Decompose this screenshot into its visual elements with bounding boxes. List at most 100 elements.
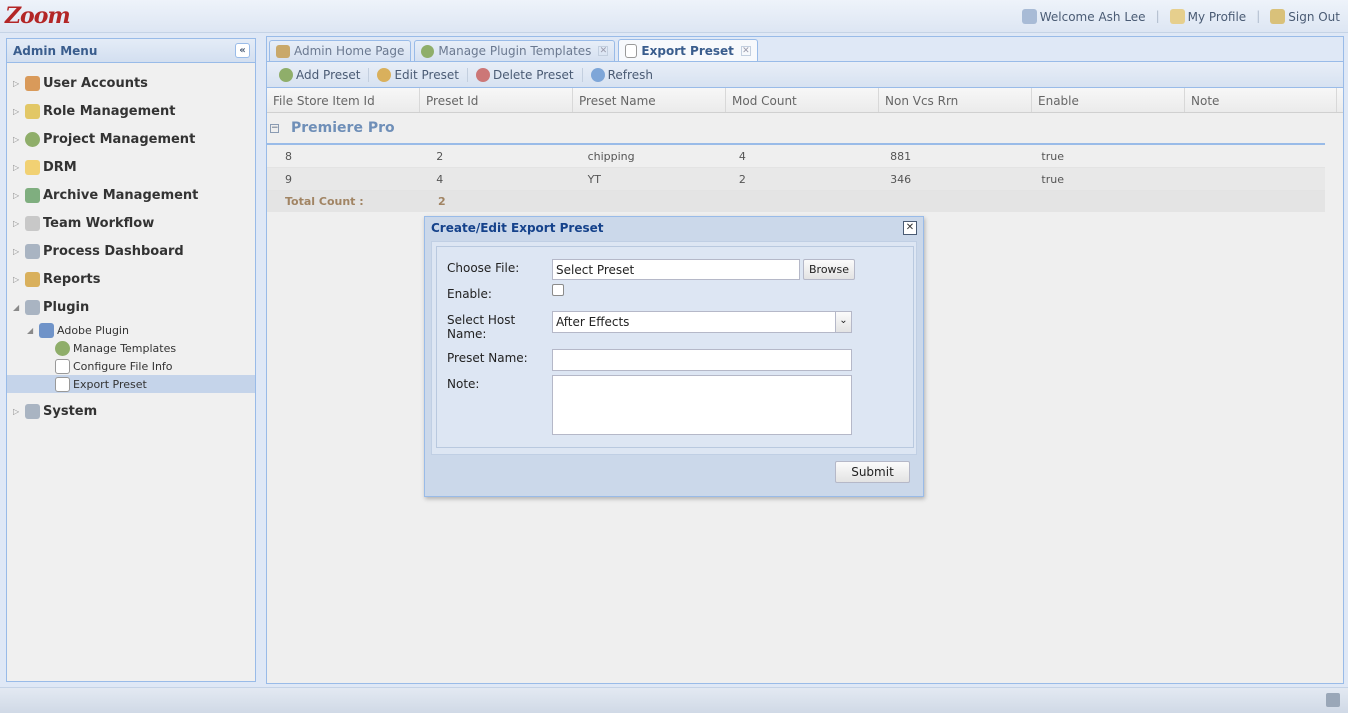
tab-label: Export Preset: [641, 43, 734, 58]
box-icon: [25, 215, 40, 231]
document-icon: [625, 43, 638, 58]
column-header[interactable]: Mod Count: [726, 88, 879, 112]
collapse-arrow-icon[interactable]: ◢: [27, 326, 37, 335]
sign-out-link[interactable]: Sign Out: [1270, 9, 1340, 24]
total-count-label: Total Count :: [285, 195, 364, 208]
sidebar-item-label: Process Dashboard: [43, 243, 184, 259]
pie-chart-icon: [25, 131, 40, 147]
dialog-title-bar[interactable]: Create/Edit Export Preset ✕: [425, 217, 923, 239]
column-header[interactable]: Preset Id: [420, 88, 573, 112]
expand-arrow-icon[interactable]: ▷: [13, 191, 23, 200]
note-textarea[interactable]: [552, 375, 852, 435]
expand-arrow-icon[interactable]: ▷: [13, 79, 23, 88]
chevron-down-icon[interactable]: ⌄: [835, 312, 851, 332]
table-cell: 9: [285, 172, 292, 186]
table-cell: YT: [587, 172, 602, 186]
user-icon: [25, 75, 40, 91]
sidebar-item-plugin[interactable]: ◢ Plugin: [7, 293, 255, 321]
sidebar-item-label: System: [43, 403, 98, 419]
sidebar-item-configure-file-info[interactable]: Configure File Info: [7, 357, 255, 375]
expand-arrow-icon[interactable]: ▷: [13, 247, 23, 256]
column-header[interactable]: Note: [1185, 88, 1337, 112]
sidebar-item-project-management[interactable]: ▷ Project Management: [7, 125, 255, 153]
sidebar-item-role-management[interactable]: ▷ Role Management: [7, 97, 255, 125]
sidebar-item-manage-templates[interactable]: Manage Templates: [7, 339, 255, 357]
my-profile-link[interactable]: My Profile: [1169, 9, 1247, 24]
tab-export-preset[interactable]: Export Preset ✕: [618, 39, 758, 61]
sidebar-item-label: Project Management: [43, 131, 196, 147]
my-profile-label: My Profile: [1187, 9, 1247, 24]
tab-label: Admin Home Page: [294, 44, 405, 58]
browse-button[interactable]: Browse: [803, 259, 856, 280]
close-tab-icon[interactable]: ✕: [740, 45, 751, 56]
column-header[interactable]: Preset Name: [573, 88, 726, 112]
sidebar-item-system[interactable]: ▷ System: [7, 397, 255, 425]
sidebar-item-reports[interactable]: ▷ Reports: [7, 265, 255, 293]
host-name-value: After Effects: [556, 315, 630, 329]
welcome-link[interactable]: Welcome Ash Lee: [1021, 9, 1146, 24]
table-cell: 4: [436, 172, 444, 186]
close-icon[interactable]: ✕: [903, 221, 917, 235]
sidebar-item-team-workflow[interactable]: ▷ Team Workflow: [7, 209, 255, 237]
table-cell: 2: [738, 172, 746, 186]
collapse-group-icon[interactable]: −: [270, 123, 279, 133]
sidebar-item-label: Configure File Info: [73, 359, 173, 373]
delete-preset-button[interactable]: Delete Preset: [468, 67, 583, 82]
top-bar: Zoom Welcome Ash Lee | My Profile | Sign…: [0, 0, 1348, 33]
add-preset-button[interactable]: Add Preset: [271, 67, 370, 82]
table-row[interactable]: 9 4 YT 2 346 true: [267, 168, 1325, 191]
expand-arrow-icon[interactable]: ▷: [13, 163, 23, 172]
sidebar-item-label: Reports: [43, 271, 101, 287]
expand-arrow-icon[interactable]: ▷: [13, 107, 23, 116]
welcome-label: Welcome Ash Lee: [1039, 9, 1146, 24]
collapse-arrow-icon[interactable]: ◢: [13, 303, 23, 312]
table-cell: chipping: [587, 149, 635, 163]
refresh-button[interactable]: Refresh: [583, 67, 661, 82]
choose-file-input[interactable]: Select Preset: [552, 259, 800, 280]
tab-admin-home-page[interactable]: Admin Home Page: [269, 40, 412, 61]
edit-icon: [377, 67, 392, 82]
enable-checkbox[interactable]: [552, 284, 564, 296]
sidebar-item-user-accounts[interactable]: ▷ User Accounts: [7, 69, 255, 97]
preset-form: Choose File: Select Preset Browse Enable…: [436, 246, 914, 448]
delete-preset-label: Delete Preset: [492, 67, 574, 82]
sidebar-item-export-preset[interactable]: Export Preset: [7, 375, 255, 393]
sidebar-item-adobe-plugin[interactable]: ◢ Adobe Plugin: [7, 321, 255, 339]
edit-preset-button[interactable]: Edit Preset: [369, 67, 468, 82]
separator: |: [1256, 9, 1261, 23]
close-tab-icon[interactable]: ✕: [598, 46, 609, 56]
group-title: Premiere Pro: [291, 120, 395, 136]
preset-name-input[interactable]: [552, 349, 852, 371]
edit-preset-label: Edit Preset: [394, 67, 459, 82]
group-row-premiere-pro[interactable]: − Premiere Pro: [267, 113, 1325, 145]
sign-out-label: Sign Out: [1288, 9, 1340, 24]
note-label: Note:: [447, 377, 480, 391]
separator: |: [1155, 9, 1160, 23]
expand-arrow-icon[interactable]: ▷: [13, 135, 23, 144]
sidebar-item-drm[interactable]: ▷ DRM: [7, 153, 255, 181]
collapse-sidebar-button[interactable]: «: [235, 43, 250, 58]
sidebar-item-label: Export Preset: [73, 377, 147, 391]
sidebar-item-process-dashboard[interactable]: ▷ Process Dashboard: [7, 237, 255, 265]
expand-arrow-icon[interactable]: ▷: [13, 275, 23, 284]
document-icon: [55, 376, 70, 392]
table-cell: 881: [890, 149, 912, 163]
delete-icon: [475, 67, 490, 82]
table-cell: 346: [890, 172, 912, 186]
expand-arrow-icon[interactable]: ▷: [13, 219, 23, 228]
document-icon: [55, 358, 70, 374]
expand-arrow-icon[interactable]: ▷: [13, 407, 23, 416]
total-count-row: Total Count : 2: [267, 191, 1325, 212]
table-row[interactable]: 8 2 chipping 4 881 true: [267, 145, 1325, 168]
submit-button[interactable]: Submit: [835, 461, 910, 483]
folder-icon: [25, 159, 40, 175]
tab-manage-plugin-templates[interactable]: Manage Plugin Templates ✕: [414, 40, 616, 61]
host-name-select[interactable]: After Effects ⌄: [552, 311, 852, 333]
preset-name-label: Preset Name:: [447, 351, 528, 365]
user-icon: [1021, 9, 1037, 24]
sidebar-item-archive-management[interactable]: ▷ Archive Management: [7, 181, 255, 209]
column-header[interactable]: File Store Item Id: [267, 88, 420, 112]
column-header[interactable]: Enable: [1032, 88, 1185, 112]
sidebar-item-label: Manage Templates: [73, 341, 177, 355]
column-header[interactable]: Non Vcs Rrn: [879, 88, 1032, 112]
